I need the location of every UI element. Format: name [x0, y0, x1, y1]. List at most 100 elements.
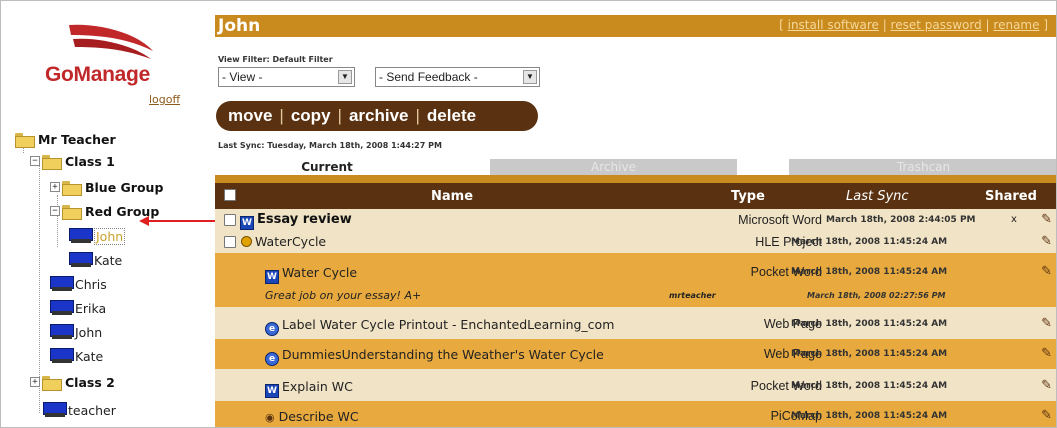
pocket-word-icon: W	[240, 216, 254, 230]
file-name[interactable]: Water Cycle	[282, 265, 357, 280]
column-shared[interactable]: Shared	[985, 189, 1037, 204]
collapse-icon[interactable]: −	[50, 206, 60, 216]
tree-label: John	[94, 227, 126, 245]
move-button[interactable]: move	[228, 106, 272, 126]
tab-archive[interactable]: Archive	[490, 159, 737, 175]
computer-icon	[69, 252, 93, 268]
view-select[interactable]: - View - ▼	[218, 67, 355, 87]
pocket-word-icon: W	[265, 270, 279, 284]
tab-strip	[215, 175, 1056, 183]
table-row[interactable]: ◉ Describe WC PiCoMap March 18th, 2008 11…	[215, 401, 1056, 427]
tree-label: Kate	[75, 348, 104, 364]
folder-open-icon	[42, 154, 62, 170]
file-sync: March 18th, 2008 11:45:24 AM	[791, 237, 948, 247]
computer-icon	[50, 348, 74, 364]
select-all-checkbox[interactable]	[224, 189, 236, 201]
send-feedback-select[interactable]: - Send Feedback - ▼	[375, 67, 540, 87]
tree-item-chris[interactable]: Chris	[50, 273, 107, 295]
grid-header: Name Type Last Sync Shared	[215, 183, 1056, 209]
comment-row: Great job on your essay! A+ mrteacher Ma…	[215, 285, 1056, 307]
delete-button[interactable]: delete	[427, 106, 476, 126]
edit-icon[interactable]: ✎	[1041, 378, 1052, 393]
tree-label: Class 1	[65, 153, 115, 169]
file-name[interactable]: Essay review	[257, 212, 352, 227]
tree-item-blue-group[interactable]: + Blue Group	[50, 176, 163, 198]
rename-link[interactable]: rename	[993, 18, 1039, 32]
file-sync: March 18th, 2008 2:44:05 PM	[826, 215, 976, 225]
edit-icon[interactable]: ✎	[1041, 264, 1052, 279]
file-sync: March 18th, 2008 11:45:24 AM	[791, 411, 948, 421]
table-row[interactable]: W Water Cycle Pocket Word March 18th, 200…	[215, 253, 1056, 285]
file-name[interactable]: Explain WC	[282, 379, 353, 394]
logoff-link[interactable]: logoff	[149, 93, 180, 106]
edit-icon[interactable]: ✎	[1041, 316, 1052, 331]
view-filter-label: View Filter: Default Filter	[218, 55, 333, 64]
table-row[interactable]: e DummiesUnderstanding the Weather's Wate…	[215, 339, 1056, 369]
tab-trashcan[interactable]: Trashcan	[789, 159, 1056, 175]
chevron-down-icon: ▼	[523, 70, 537, 84]
folder-open-icon	[15, 132, 35, 148]
copy-button[interactable]: copy	[291, 106, 331, 126]
tree-label: Kate	[94, 252, 123, 268]
collapse-icon[interactable]: −	[30, 156, 40, 166]
file-sync: March 18th, 2008 11:45:24 AM	[791, 267, 948, 277]
comment-author: mrteacher	[669, 291, 716, 300]
page-title: John	[218, 16, 261, 36]
tree-item-john-selected[interactable]: John	[69, 225, 126, 247]
row-checkbox[interactable]	[224, 236, 236, 248]
expand-icon[interactable]: +	[30, 377, 40, 387]
archive-button[interactable]: archive	[349, 106, 409, 126]
table-row[interactable]: WaterCycle HLE Project March 18th, 2008 …	[215, 231, 1056, 253]
install-software-link[interactable]: install software	[788, 18, 879, 32]
table-row[interactable]: W Explain WC Pocket Word March 18th, 2008…	[215, 369, 1056, 401]
expand-icon[interactable]: +	[50, 182, 60, 192]
column-name[interactable]: Name	[431, 189, 473, 204]
tree-item-john[interactable]: John	[50, 321, 102, 343]
tree-item-erika[interactable]: Erika	[50, 297, 106, 319]
comment-date: March 18th, 2008 02:27:56 PM	[807, 291, 946, 300]
hle-project-icon	[241, 236, 252, 247]
edit-icon[interactable]: ✎	[1041, 234, 1052, 249]
column-last-sync[interactable]: Last Sync	[846, 189, 909, 204]
tree-item-teacher[interactable]: teacher	[43, 399, 116, 421]
tab-current[interactable]: Current	[254, 159, 400, 175]
reset-password-link[interactable]: reset password	[891, 18, 982, 32]
column-type[interactable]: Type	[731, 189, 765, 204]
tree-label: Mr Teacher	[38, 131, 116, 147]
edit-icon[interactable]: ✎	[1041, 212, 1052, 227]
tree-label: John	[75, 324, 103, 340]
gomanage-logo	[69, 24, 153, 59]
edit-icon[interactable]: ✎	[1041, 408, 1052, 423]
file-sync: March 18th, 2008 11:45:24 AM	[791, 319, 948, 329]
chevron-down-icon: ▼	[338, 70, 352, 84]
table-row[interactable]: e Label Water Cycle Printout - EnchantedL…	[215, 307, 1056, 339]
tree-root-teacher[interactable]: Mr Teacher	[15, 128, 116, 150]
file-name[interactable]: DummiesUnderstanding the Weather's Water…	[282, 347, 604, 362]
row-checkbox[interactable]	[224, 214, 236, 226]
send-feedback-value: - Send Feedback -	[379, 70, 478, 84]
file-name[interactable]: Label Water Cycle Printout - EnchantedLe…	[282, 317, 614, 332]
tree-item-class-1[interactable]: − Class 1	[30, 150, 115, 172]
comment-text: Great job on your essay! A+	[265, 289, 422, 302]
file-sync: March 18th, 2008 11:45:24 AM	[791, 349, 948, 359]
file-name[interactable]: Describe WC	[279, 409, 359, 424]
view-select-value: - View -	[222, 70, 263, 84]
table-row[interactable]: W Essay review Microsoft Word March 18th,…	[215, 209, 1056, 231]
edit-icon[interactable]: ✎	[1041, 346, 1052, 361]
tree-item-class-2[interactable]: + Class 2	[30, 371, 115, 393]
tree-label: Erika	[75, 300, 107, 316]
folder-open-icon	[62, 204, 82, 220]
tree-item-kate-2[interactable]: Kate	[50, 345, 103, 367]
file-name[interactable]: WaterCycle	[255, 234, 326, 249]
red-arrow-icon	[139, 216, 215, 226]
file-type: Microsoft Word	[738, 213, 822, 227]
computer-icon	[43, 402, 67, 418]
tree-label: teacher	[68, 402, 116, 418]
title-bar: John [ install software | reset password…	[215, 15, 1056, 37]
pocket-word-icon: W	[265, 384, 279, 398]
computer-icon	[50, 276, 74, 292]
tree-item-kate[interactable]: Kate	[69, 249, 122, 271]
file-sync: March 18th, 2008 11:45:24 AM	[791, 381, 948, 391]
computer-icon	[50, 300, 74, 316]
web-page-icon: e	[265, 352, 279, 366]
